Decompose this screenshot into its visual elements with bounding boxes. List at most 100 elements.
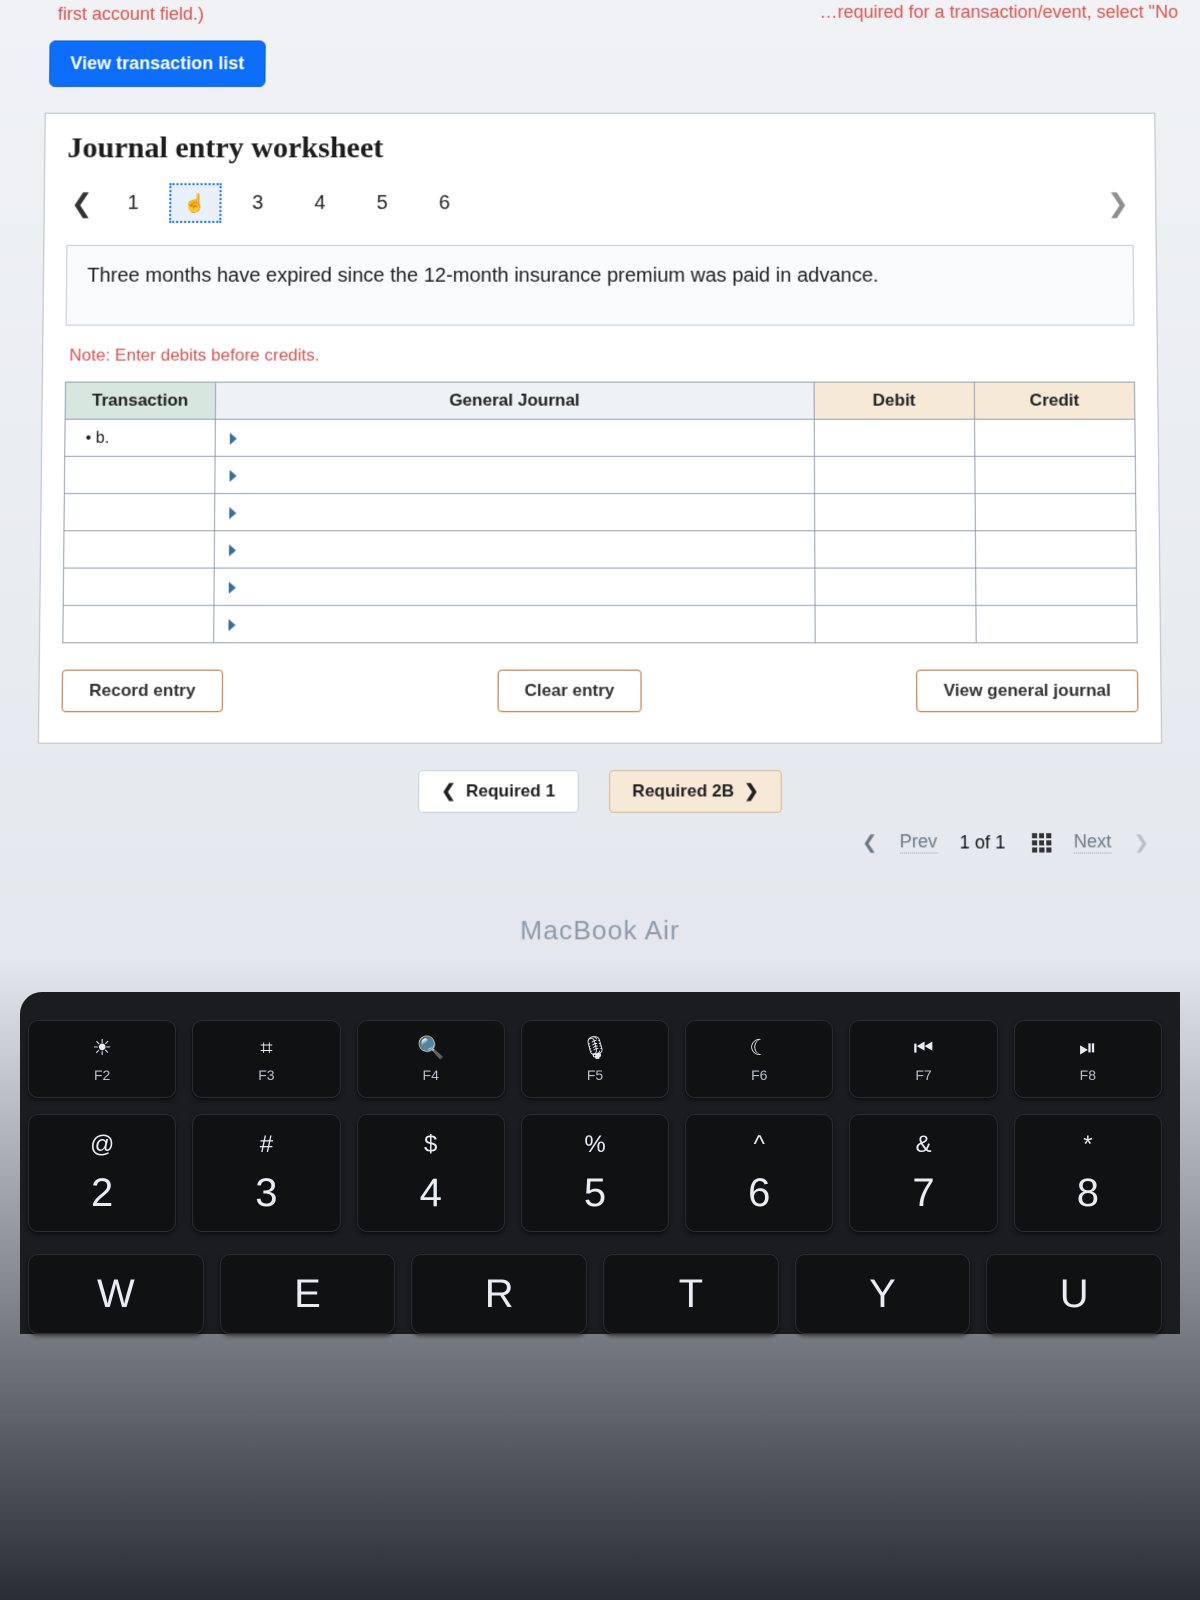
key-2: @2 — [28, 1114, 176, 1232]
key-6: ^6 — [685, 1114, 833, 1232]
key-symbol: % — [584, 1131, 605, 1159]
pager-item-6[interactable]: 6 — [418, 183, 470, 223]
fkey-label: F2 — [94, 1067, 110, 1083]
debit-cell[interactable] — [814, 531, 975, 568]
key-f6: ☾F6 — [685, 1020, 833, 1098]
pager-item-1[interactable]: 1 — [107, 183, 160, 223]
step-prev-chevron-icon: ❮ — [862, 832, 877, 853]
dropdown-icon — [225, 428, 236, 447]
key-number: 5 — [584, 1171, 606, 1216]
credit-cell[interactable] — [975, 456, 1136, 493]
table-row — [64, 494, 1136, 531]
clear-entry-button[interactable]: Clear entry — [497, 670, 642, 713]
table-row — [64, 531, 1137, 568]
fkey-label: F8 — [1080, 1067, 1096, 1083]
debit-cell[interactable] — [814, 456, 975, 493]
col-credit: Credit — [974, 382, 1135, 419]
key-symbol: # — [260, 1131, 273, 1159]
table-row — [63, 568, 1137, 605]
col-transaction: Transaction — [65, 382, 215, 419]
transaction-prompt: Three months have expired since the 12-m… — [66, 245, 1135, 326]
pager-next-icon[interactable]: ❯ — [1103, 188, 1133, 219]
transaction-cell[interactable] — [63, 568, 214, 605]
pager-item-2[interactable]: ☝ — [169, 183, 222, 223]
key-f3: ⌗F3 — [192, 1020, 340, 1098]
pager-item-3[interactable]: 3 — [231, 183, 283, 223]
cursor-icon: ☝ — [184, 193, 207, 214]
key-number: 8 — [1077, 1171, 1099, 1216]
key-5: %5 — [521, 1114, 669, 1232]
credit-cell[interactable] — [975, 568, 1136, 605]
debit-cell[interactable] — [814, 494, 975, 531]
required-prev-button[interactable]: ❮ Required 1 — [418, 770, 579, 813]
dropdown-icon — [225, 502, 236, 521]
key-number: 6 — [748, 1171, 770, 1216]
table-row — [63, 605, 1137, 642]
key-number: 3 — [255, 1171, 277, 1216]
transaction-cell[interactable] — [64, 456, 214, 493]
pager-item-5[interactable]: 5 — [356, 183, 408, 223]
view-general-journal-button[interactable]: View general journal — [916, 670, 1138, 713]
key-y: Y — [795, 1254, 971, 1334]
table-row: • b. — [65, 419, 1136, 456]
account-cell[interactable] — [213, 568, 814, 605]
dropdown-icon — [224, 539, 235, 558]
key-w: W — [28, 1254, 204, 1334]
instruction-fragment-right: …required for a transaction/event, selec… — [819, 2, 1178, 23]
key-number: 4 — [420, 1171, 442, 1216]
key-f7: ⏮ F7 — [849, 1020, 997, 1098]
key-number: 2 — [91, 1171, 113, 1216]
transaction-cell[interactable] — [64, 494, 214, 531]
grid-icon[interactable] — [1032, 833, 1051, 852]
table-row — [64, 456, 1135, 493]
key-u: U — [986, 1254, 1162, 1334]
fkey-icon: 🎙 — [581, 1035, 609, 1061]
record-entry-button[interactable]: Record entry — [62, 670, 223, 713]
keyboard: ☀F2⌗F3🔍F4🎙F5☾F6⏮F7⏯F8 @2#3$4%5^6&7*8 WER… — [20, 992, 1180, 1334]
transaction-cell[interactable]: • b. — [65, 419, 215, 456]
key-symbol: @ — [90, 1131, 114, 1159]
required-next-button[interactable]: Required 2B ❯ — [609, 770, 782, 813]
transaction-cell[interactable] — [64, 531, 214, 568]
key-f2: ☀F2 — [28, 1020, 176, 1098]
debit-cell[interactable] — [815, 568, 976, 605]
fkey-label: F3 — [258, 1067, 274, 1083]
credit-cell[interactable] — [975, 531, 1136, 568]
debit-cell[interactable] — [814, 419, 975, 456]
key-7: &7 — [849, 1114, 997, 1232]
fkey-label: F4 — [423, 1067, 439, 1083]
key-f5: 🎙 F5 — [521, 1020, 669, 1098]
account-cell[interactable] — [214, 531, 815, 568]
debit-cell[interactable] — [815, 605, 976, 642]
key-number: 7 — [912, 1171, 934, 1216]
transaction-cell[interactable] — [63, 605, 214, 642]
step-counter: 1 of 1 — [960, 832, 1006, 853]
account-cell[interactable] — [214, 456, 814, 493]
step-next-link[interactable]: Next — [1074, 831, 1112, 853]
worksheet-title: Journal entry worksheet — [67, 132, 1132, 166]
view-transaction-list-button[interactable]: View transaction list — [49, 40, 265, 86]
pager-item-4[interactable]: 4 — [294, 183, 346, 223]
credit-cell[interactable] — [975, 494, 1136, 531]
credit-cell[interactable] — [974, 419, 1135, 456]
account-cell[interactable] — [214, 494, 814, 531]
key-symbol: & — [916, 1131, 932, 1159]
dropdown-icon — [225, 465, 236, 484]
journal-entry-table: Transaction General Journal Debit Credit… — [62, 382, 1137, 644]
step-prev-link[interactable]: Prev — [900, 831, 938, 853]
fkey-label: F5 — [587, 1067, 603, 1083]
fkey-label: F7 — [915, 1067, 931, 1083]
pager-prev-icon[interactable]: ❮ — [67, 188, 97, 219]
credit-cell[interactable] — [976, 605, 1137, 642]
key-t: T — [603, 1254, 779, 1334]
fkey-icon: 🔍 — [417, 1035, 444, 1061]
dropdown-icon — [224, 577, 235, 596]
key-symbol: $ — [424, 1131, 437, 1159]
key-e: E — [220, 1254, 396, 1334]
fkey-icon: ⏮ — [914, 1035, 934, 1061]
required-prev-label: Required 1 — [466, 781, 555, 801]
key-3: #3 — [192, 1114, 340, 1232]
account-cell[interactable] — [215, 419, 815, 456]
laptop-model-label: MacBook Air — [9, 915, 1191, 947]
account-cell[interactable] — [213, 605, 815, 642]
